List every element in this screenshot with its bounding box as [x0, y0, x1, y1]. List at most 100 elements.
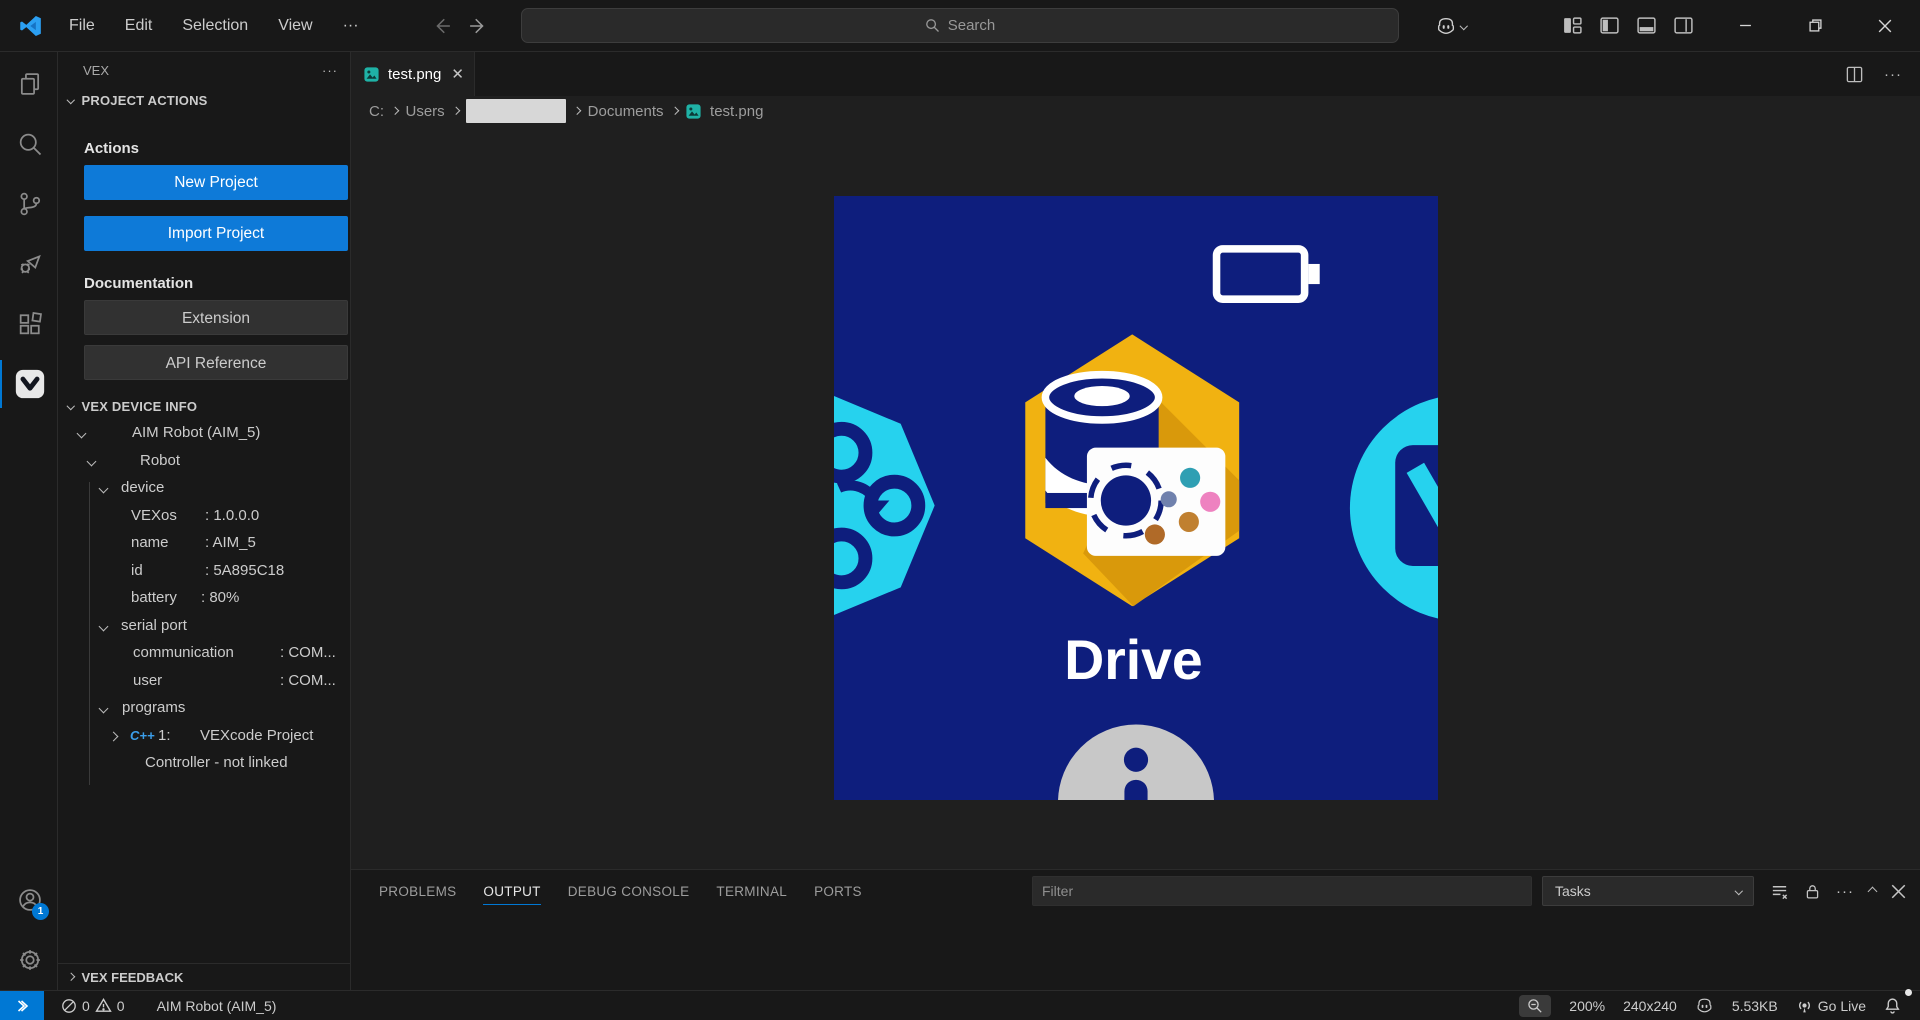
tree-row[interactable]: VEXos : 1.0.0.0 [58, 503, 350, 531]
sidebar-title: VEX [83, 63, 109, 78]
tree-row[interactable]: battery : 80% [58, 585, 350, 613]
menu-edit[interactable]: Edit [113, 11, 165, 41]
tree-row[interactable]: id : 5A895C18 [58, 558, 350, 586]
section-device-info[interactable]: VEX DEVICE INFO [58, 394, 350, 418]
split-editor-icon[interactable] [1845, 65, 1864, 84]
tree-row[interactable]: programs [58, 695, 350, 723]
drive-caption: Drive [1064, 629, 1202, 691]
section-vex-feedback[interactable]: VEX FEEDBACK [58, 963, 350, 990]
panel-more-actions-icon[interactable]: ··· [1836, 883, 1854, 900]
extension-doc-button[interactable]: Extension [84, 300, 348, 335]
api-reference-button[interactable]: API Reference [84, 345, 348, 380]
panel-tab-output[interactable]: OUTPUT [483, 878, 540, 905]
output-body[interactable] [351, 912, 1920, 990]
minimize-button[interactable] [1710, 0, 1780, 52]
breadcrumb-drive[interactable]: C: [369, 103, 384, 120]
search-icon [925, 18, 940, 33]
breadcrumb-users[interactable]: Users [406, 103, 445, 120]
account-icon[interactable]: 1 [0, 876, 57, 924]
import-project-button[interactable]: Import Project [84, 216, 348, 251]
tree-row[interactable]: name : AIM_5 [58, 530, 350, 558]
actions-label: Actions [84, 140, 350, 157]
breadcrumb-documents[interactable]: Documents [588, 103, 664, 120]
menu-file[interactable]: File [57, 11, 107, 41]
customize-layout-icon[interactable] [1562, 15, 1583, 36]
close-window-button[interactable] [1850, 0, 1920, 52]
run-debug-icon[interactable] [0, 240, 57, 288]
tree-row[interactable]: user : COM... [58, 668, 350, 696]
tree-row[interactable]: Controller - not linked [58, 750, 350, 778]
chevron-down-icon [99, 704, 109, 714]
problems-status[interactable]: 0 0 [52, 991, 134, 1020]
chevron-down-icon [77, 429, 87, 439]
tree-row[interactable]: device [58, 475, 350, 503]
chevron-down-icon [67, 402, 75, 410]
panel-tab-debug-console[interactable]: DEBUG CONSOLE [568, 878, 690, 905]
toggle-panel-icon[interactable] [1636, 15, 1657, 36]
panel-tab-ports[interactable]: PORTS [814, 878, 862, 905]
image-zoom-level[interactable]: 200% [1560, 991, 1614, 1020]
menu-more-icon[interactable]: ··· [331, 11, 371, 41]
extensions-icon[interactable] [0, 300, 57, 348]
tree-row[interactable]: communication : COM... [58, 640, 350, 668]
zoom-out-button[interactable] [1510, 991, 1560, 1020]
chevron-down-icon [1734, 887, 1742, 895]
forward-arrow-icon[interactable] [469, 17, 487, 35]
tree-row[interactable]: AIM Robot (AIM_5) [58, 420, 350, 448]
chevron-down-icon [87, 456, 97, 466]
warning-icon [95, 997, 112, 1014]
image-preview: Drive [351, 126, 1920, 869]
breadcrumb-file[interactable]: test.png [710, 103, 763, 120]
sidebar-more-actions-icon[interactable]: ··· [322, 63, 338, 78]
go-live-button[interactable]: Go Live [1787, 991, 1875, 1020]
tree-row-program[interactable]: C++ 1: VEXcode Project [58, 723, 350, 751]
redacted-user-segment[interactable] [466, 99, 566, 123]
image-file-size[interactable]: 5.53KB [1723, 991, 1787, 1020]
vex-extension-icon[interactable] [0, 360, 57, 408]
search-view-icon[interactable] [0, 120, 57, 168]
back-arrow-icon[interactable] [433, 17, 451, 35]
connected-device-status[interactable]: AIM Robot (AIM_5) [148, 991, 286, 1020]
tab-label: test.png [388, 66, 441, 83]
output-channel-select[interactable]: Tasks [1542, 876, 1754, 906]
copilot-status-icon[interactable] [1686, 991, 1723, 1020]
broadcast-icon [1796, 997, 1813, 1014]
project-actions-webview: Actions New Project Import Project Docum… [58, 112, 350, 394]
settings-gear-icon[interactable] [0, 936, 57, 984]
lock-scroll-icon[interactable] [1804, 883, 1821, 900]
activity-bar: 1 [0, 52, 58, 990]
chevron-right-icon [67, 973, 75, 981]
explorer-icon[interactable] [0, 60, 57, 108]
output-filter-input[interactable] [1032, 876, 1532, 906]
close-tab-icon[interactable]: ✕ [451, 65, 464, 83]
menu-view[interactable]: View [266, 11, 324, 41]
chevron-down-icon [1459, 22, 1467, 30]
source-control-icon[interactable] [0, 180, 57, 228]
toggle-primary-sidebar-icon[interactable] [1599, 15, 1620, 36]
image-dimensions[interactable]: 240x240 [1614, 991, 1686, 1020]
vex-sidebar: VEX ··· PROJECT ACTIONS Actions New Proj… [58, 52, 351, 990]
test-png-image: Drive [834, 196, 1438, 800]
section-project-actions[interactable]: PROJECT ACTIONS [58, 88, 350, 112]
tab-test-png[interactable]: test.png ✕ [351, 52, 475, 96]
toggle-secondary-sidebar-icon[interactable] [1673, 15, 1694, 36]
tree-row[interactable]: Robot [58, 448, 350, 476]
notifications-bell-icon[interactable] [1875, 991, 1910, 1020]
title-bar: File Edit Selection View ··· Search [0, 0, 1920, 52]
maximize-panel-icon[interactable] [1868, 886, 1878, 896]
global-search-box[interactable]: Search [521, 8, 1399, 43]
close-panel-icon[interactable] [1891, 884, 1906, 899]
menu-selection[interactable]: Selection [170, 11, 260, 41]
remote-indicator[interactable] [0, 991, 44, 1020]
panel-tab-terminal[interactable]: TERMINAL [716, 878, 787, 905]
vscode-logo-icon [17, 13, 43, 39]
tree-row[interactable]: serial port [58, 613, 350, 641]
copilot-menu[interactable] [1435, 15, 1467, 37]
new-project-button[interactable]: New Project [84, 165, 348, 200]
editor-more-actions-icon[interactable]: ··· [1884, 66, 1902, 83]
restore-button[interactable] [1780, 0, 1850, 52]
clear-output-icon[interactable] [1770, 882, 1789, 901]
editor-group: test.png ✕ ··· C: Users Documents test.p… [351, 52, 1920, 990]
panel-tab-problems[interactable]: PROBLEMS [379, 878, 456, 905]
image-file-icon [363, 66, 380, 83]
